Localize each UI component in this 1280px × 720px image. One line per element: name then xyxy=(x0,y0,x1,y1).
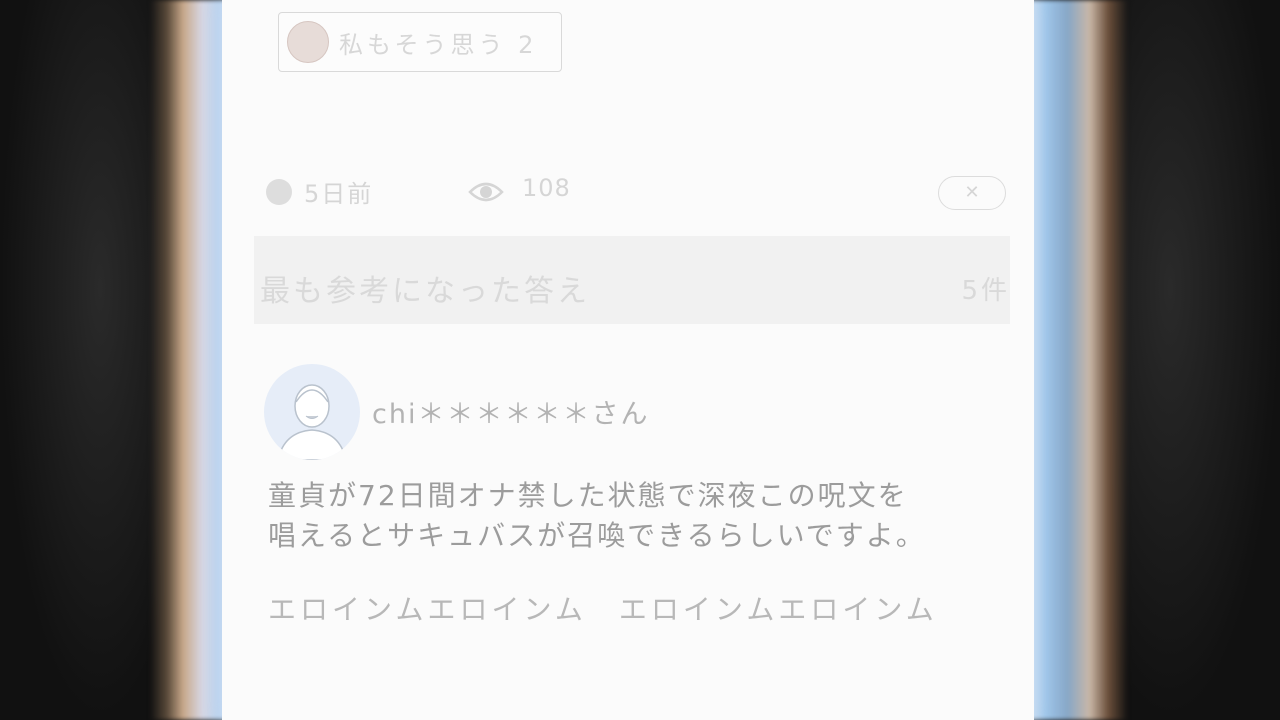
answerer-name[interactable]: chi＊＊＊＊＊＊さん xyxy=(372,392,649,431)
answer-line-1: 童貞が72日間オナ禁した状態で深夜この呪文を xyxy=(268,479,908,512)
avatar-icon xyxy=(287,21,329,63)
close-button[interactable]: ✕ xyxy=(938,176,1006,210)
answer-line-2: 唱えるとサキュバスが召喚できるらしいですよ。 xyxy=(268,519,926,552)
user-avatar-icon[interactable] xyxy=(264,364,360,460)
eye-icon xyxy=(468,182,504,202)
agree-count: 2 xyxy=(518,30,538,59)
agree-label-text: 私もそう思う xyxy=(339,30,507,59)
phone-screen: 私もそう思う 2 5日前 108 ✕ 最も参考になった答え 5件 chi＊＊＊＊… xyxy=(222,0,1034,720)
spell-text: エロインムエロインム エロインムエロインム xyxy=(268,593,938,626)
screen-glow-right xyxy=(1018,0,1128,720)
posted-time: 5日前 xyxy=(304,180,374,208)
question-meta: 5日前 108 ✕ xyxy=(266,172,1006,216)
clock-dot-icon xyxy=(266,179,292,205)
view-count: 108 xyxy=(522,174,571,202)
answer-body: 童貞が72日間オナ禁した状態で深夜この呪文を 唱えるとサキュバスが召喚できるらし… xyxy=(268,476,1008,556)
best-answers-title: 最も参考になった答え xyxy=(260,274,590,309)
best-answers-count: 5件 xyxy=(961,276,1010,306)
agree-button[interactable]: 私もそう思う 2 xyxy=(278,12,562,72)
agree-label: 私もそう思う 2 xyxy=(339,25,537,60)
best-answers-header: 最も参考になった答え 5件 xyxy=(254,236,1010,324)
